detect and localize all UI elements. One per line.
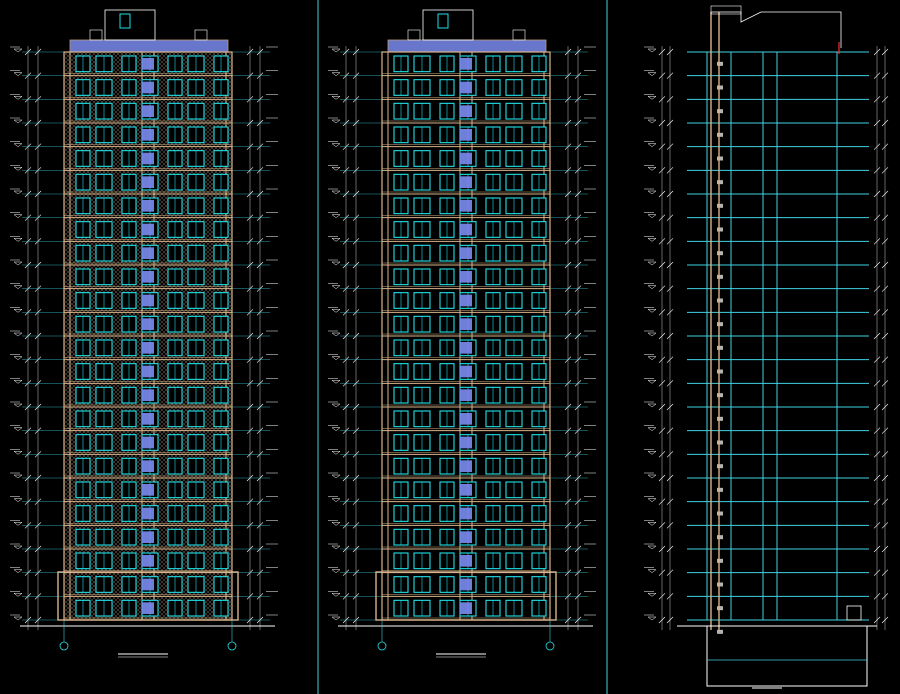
balcony-glass	[460, 223, 472, 236]
balcony-glass	[460, 389, 472, 401]
room-tag	[717, 156, 723, 161]
room-tag	[717, 416, 723, 421]
room-tag	[717, 85, 723, 90]
balcony-glass	[460, 436, 472, 449]
room-tag	[717, 440, 723, 445]
balcony-glass	[142, 413, 154, 425]
balcony-glass	[142, 81, 154, 94]
balcony-glass	[460, 129, 472, 141]
room-tag	[717, 322, 723, 327]
balcony-glass	[460, 342, 472, 354]
balcony-glass	[142, 460, 154, 472]
balcony-glass	[460, 271, 472, 283]
balcony-glass	[460, 365, 472, 378]
balcony-glass	[460, 247, 472, 259]
room-tag	[717, 180, 723, 185]
balcony-glass	[460, 460, 472, 472]
room-tag	[717, 132, 723, 137]
room-tag	[717, 487, 723, 492]
balcony-glass	[460, 152, 472, 165]
room-tag	[717, 227, 723, 232]
roof-parapet	[387, 39, 547, 53]
balcony-glass	[142, 58, 154, 70]
balcony-glass	[460, 200, 472, 212]
room-tag	[717, 298, 723, 303]
room-tag	[717, 629, 723, 634]
room-tag	[717, 582, 723, 587]
balcony-glass	[460, 413, 472, 425]
balcony-glass	[142, 223, 154, 236]
cad-drawing-sheet	[0, 0, 900, 694]
balcony-glass	[142, 365, 154, 378]
room-tag	[717, 393, 723, 398]
room-tag	[717, 61, 723, 66]
room-tag	[717, 606, 723, 611]
balcony-glass	[142, 271, 154, 283]
room-tag	[717, 511, 723, 516]
balcony-glass	[460, 176, 472, 188]
room-tag	[717, 369, 723, 374]
balcony-glass	[460, 105, 472, 117]
balcony-glass	[460, 578, 472, 591]
balcony-glass	[142, 318, 154, 330]
balcony-glass	[460, 294, 472, 307]
balcony-glass	[460, 81, 472, 94]
roof-parapet	[69, 39, 229, 53]
balcony-glass	[142, 105, 154, 117]
balcony-glass	[142, 342, 154, 354]
balcony-glass	[142, 602, 154, 614]
room-tag	[717, 109, 723, 114]
room-tag	[717, 558, 723, 563]
balcony-glass	[142, 294, 154, 307]
balcony-glass	[142, 436, 154, 449]
balcony-glass	[142, 507, 154, 520]
balcony-glass	[460, 318, 472, 330]
balcony-glass	[142, 531, 154, 543]
balcony-glass	[460, 531, 472, 543]
balcony-glass	[460, 602, 472, 614]
room-tag	[717, 464, 723, 469]
room-tag	[717, 345, 723, 350]
balcony-glass	[142, 389, 154, 401]
room-tag	[717, 274, 723, 279]
balcony-glass	[142, 200, 154, 212]
balcony-glass	[460, 507, 472, 520]
balcony-glass	[142, 555, 154, 567]
room-tag	[717, 203, 723, 208]
room-tag	[717, 251, 723, 256]
balcony-glass	[142, 484, 154, 496]
balcony-glass	[460, 555, 472, 567]
balcony-glass	[142, 176, 154, 188]
balcony-glass	[142, 129, 154, 141]
balcony-glass	[142, 578, 154, 591]
balcony-glass	[460, 58, 472, 70]
room-tag	[717, 535, 723, 540]
balcony-glass	[142, 247, 154, 259]
balcony-glass	[460, 484, 472, 496]
balcony-glass	[142, 152, 154, 165]
